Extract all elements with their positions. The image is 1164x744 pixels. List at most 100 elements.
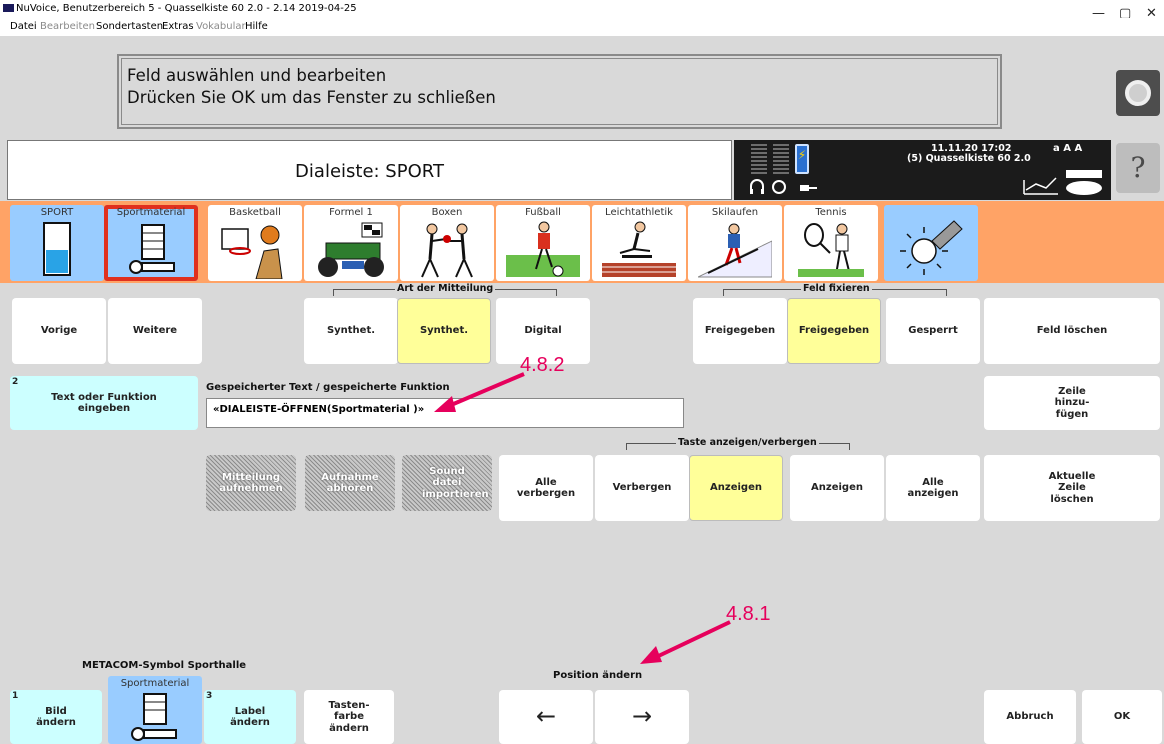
annotation-arrow-icon	[434, 372, 525, 412]
tile-sportmaterial[interactable]: Sportmaterial	[104, 205, 198, 281]
move-right-button[interactable]: →	[595, 690, 689, 744]
app-icon	[3, 4, 14, 12]
button-label: Bild ändern	[36, 705, 76, 729]
button-label: Label ändern	[230, 705, 270, 729]
tile-label: Leichtathletik	[605, 207, 673, 218]
preview-label: Sportmaterial	[120, 678, 190, 689]
button-label: Text oder Funktion eingeben	[51, 391, 157, 415]
menu-extras[interactable]: Extras	[162, 21, 194, 32]
menu-datei[interactable]: Datei	[10, 21, 37, 32]
eraser-sun-icon	[900, 220, 963, 275]
delete-current-row-button[interactable]: Aktuelle Zeile löschen	[984, 455, 1160, 521]
racing-car-icon	[318, 222, 384, 277]
import-sound-button: Sound datei importieren	[402, 455, 492, 511]
sports-hall-icon	[129, 224, 175, 274]
button-label: Aufnahme abhören	[321, 471, 379, 495]
tile-skilaufen[interactable]: Skilaufen	[688, 205, 782, 281]
page-header: Dialeiste: SPORT	[7, 140, 732, 200]
instruction-line-2: Drücken Sie OK um das Fenster zu schließ…	[127, 88, 496, 107]
enter-text-function-button[interactable]: 2 Text oder Funktion eingeben	[10, 376, 198, 430]
record-message-button: Mitteilung aufnehmen	[206, 455, 296, 511]
battery-level-icon	[43, 222, 71, 276]
hide-button[interactable]: Verbergen	[595, 455, 689, 521]
tile-boxen[interactable]: Boxen	[400, 205, 494, 281]
annotation-arrow-icon-2	[640, 620, 731, 664]
button-label: Zeile hinzu- fügen	[1054, 385, 1090, 420]
page-title: Dialeiste: SPORT	[295, 161, 444, 182]
hurdles-icon	[602, 221, 676, 277]
menu-vokabular: Vokabular	[196, 21, 246, 32]
basketball-icon	[221, 225, 283, 279]
menu-hilfe[interactable]: Hilfe	[245, 21, 268, 32]
signal-chart-icon	[1023, 170, 1102, 195]
release-button[interactable]: Freigegeben	[693, 298, 787, 364]
ok-button[interactable]: OK	[1082, 690, 1162, 744]
battery-icon: ⚡	[795, 144, 809, 174]
tile-label: Sportmaterial	[116, 207, 186, 218]
tile-eraser[interactable]	[884, 205, 978, 281]
status-device: (5) Quasselkiste 60 2.0	[907, 153, 1031, 164]
synthetic-selected-button[interactable]: Synthet.	[397, 298, 491, 364]
tile-leichtathletik[interactable]: Leichtathletik	[592, 205, 686, 281]
shortcut-number: 3	[206, 691, 213, 701]
move-left-button[interactable]: ←	[499, 690, 593, 744]
soccer-icon	[506, 221, 580, 277]
tile-label: SPORT	[40, 207, 74, 218]
menu-sondertasten[interactable]: Sondertasten	[96, 21, 163, 32]
fix-field-group-label: Feld fixieren	[801, 283, 872, 294]
tile-basketball[interactable]: Basketball	[208, 205, 302, 281]
gear-icon	[1125, 80, 1151, 106]
release-selected-button[interactable]: Freigegeben	[787, 298, 881, 364]
show-selected-button[interactable]: Anzeigen	[689, 455, 783, 521]
tile-tennis[interactable]: Tennis	[784, 205, 878, 281]
button-label: Sound datei importieren	[422, 465, 489, 500]
delete-field-button[interactable]: Feld löschen	[984, 298, 1160, 364]
menu-bar: Datei Bearbeiten Sondertasten Extras Vok…	[0, 18, 1164, 36]
symbol-name-label: METACOM-Symbol Sporthalle	[82, 660, 247, 671]
help-button[interactable]: ?	[1116, 143, 1160, 193]
change-label-button[interactable]: 3 Label ändern	[204, 690, 296, 744]
hide-all-button[interactable]: Alle verbergen	[499, 455, 593, 521]
audio-output-icons	[750, 179, 817, 194]
tile-label: Skilaufen	[711, 207, 759, 218]
tile-label: Tennis	[815, 207, 847, 218]
locked-button[interactable]: Gesperrt	[886, 298, 980, 364]
tile-label: Boxen	[431, 207, 463, 218]
sports-hall-icon	[131, 693, 177, 741]
tile-sport[interactable]: SPORT	[10, 205, 104, 281]
volume-level-icon	[751, 144, 767, 174]
tile-formel-1[interactable]: Formel 1	[304, 205, 398, 281]
show-hide-group-label: Taste anzeigen/verbergen	[676, 437, 819, 448]
font-size-indicator: a A A	[1053, 143, 1083, 154]
show-button[interactable]: Anzeigen	[790, 455, 884, 521]
window-titlebar: NuVoice, Benutzerbereich 5 - Quasselkist…	[0, 0, 1164, 21]
change-image-button[interactable]: 1 Bild ändern	[10, 690, 102, 744]
tile-fussball[interactable]: Fußball	[496, 205, 590, 281]
skiing-icon	[698, 223, 772, 278]
settings-button[interactable]	[1116, 70, 1160, 116]
button-label: Alle anzeigen	[907, 476, 959, 500]
show-all-button[interactable]: Alle anzeigen	[886, 455, 980, 521]
synthetic-button[interactable]: Synthet.	[304, 298, 398, 364]
instruction-box: Feld auswählen und bearbeiten Drücken Si…	[117, 54, 1002, 129]
play-recording-button: Aufnahme abhören	[305, 455, 395, 511]
stored-text-label: Gespeicherter Text / gespeicherte Funkti…	[206, 382, 450, 393]
message-type-group-label: Art der Mitteilung	[395, 283, 496, 294]
tennis-icon	[798, 223, 864, 277]
button-label: Mitteilung aufnehmen	[219, 471, 283, 495]
menu-bearbeiten: Bearbeiten	[40, 21, 95, 32]
next-button[interactable]: Weitere	[108, 298, 202, 364]
tile-label: Basketball	[229, 207, 281, 218]
position-label: Position ändern	[553, 670, 643, 681]
button-label: Alle verbergen	[516, 476, 576, 500]
change-key-color-button[interactable]: Tasten- farbe ändern	[304, 690, 394, 744]
cancel-button[interactable]: Abbruch	[984, 690, 1076, 744]
instruction-line-1: Feld auswählen und bearbeiten	[127, 66, 387, 85]
tile-label: Formel 1	[329, 207, 373, 218]
tile-label: Fußball	[525, 207, 561, 218]
key-preview-tile: Sportmaterial	[108, 676, 202, 744]
add-row-button[interactable]: Zeile hinzu- fügen	[984, 376, 1160, 430]
window-title: NuVoice, Benutzerbereich 5 - Quasselkist…	[16, 3, 357, 14]
button-label: Aktuelle Zeile löschen	[1048, 470, 1096, 505]
previous-button[interactable]: Vorige	[12, 298, 106, 364]
